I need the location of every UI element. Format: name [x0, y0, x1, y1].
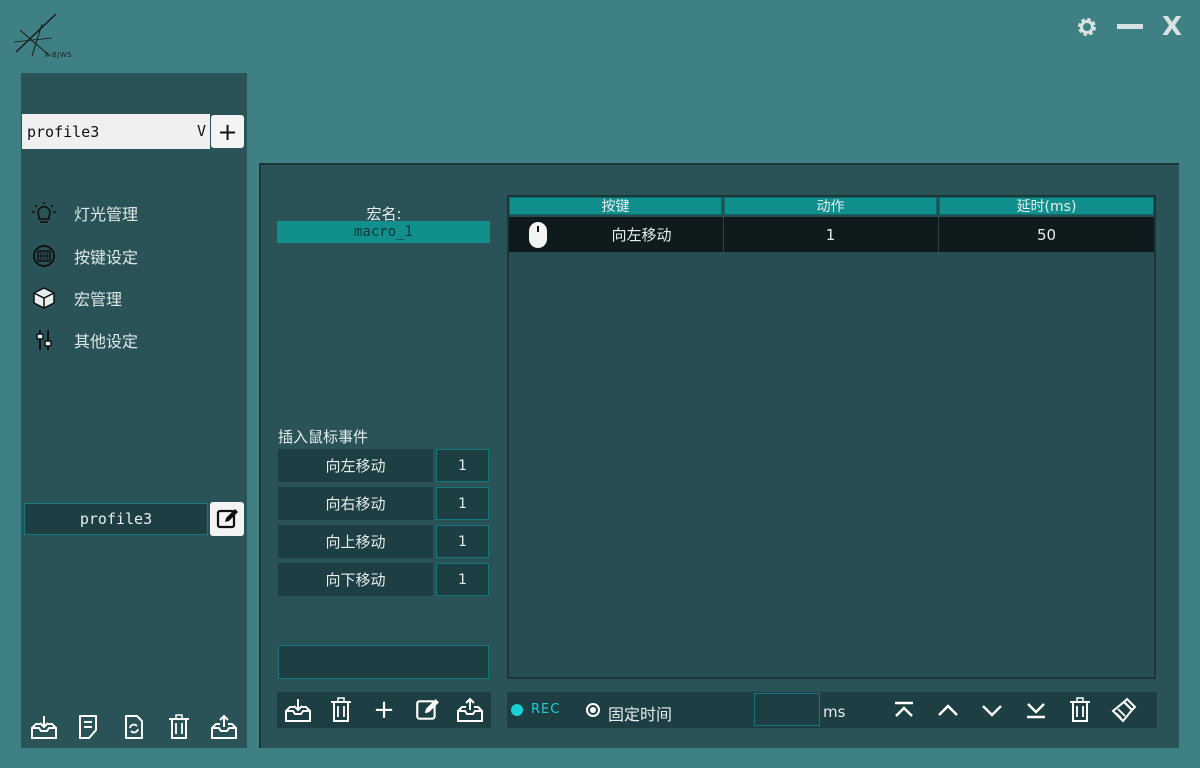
refresh-icon — [124, 715, 143, 739]
macro-toolbar: + — [277, 692, 491, 728]
app-logo-text: X·BJWS — [44, 51, 73, 59]
column-header-action: 动作 — [724, 197, 937, 215]
sidebar-item-macro[interactable]: 宏管理 — [30, 283, 122, 313]
macro-name-field[interactable]: macro_1 — [277, 221, 490, 243]
mouse-move-left-button[interactable]: 向左移动 — [278, 449, 433, 482]
table-cell-action: 1 — [825, 225, 836, 244]
edit-icon — [216, 509, 238, 529]
sidebar-item-label: 按键设定 — [74, 248, 139, 267]
clear-icon — [1111, 697, 1137, 723]
add-macro-button[interactable]: + — [369, 695, 399, 725]
sidebar-item-label: 宏管理 — [74, 290, 123, 309]
fixed-time-radio[interactable] — [586, 703, 600, 717]
chevron-down-icon: V — [196, 122, 206, 140]
record-indicator-icon[interactable] — [511, 704, 523, 716]
sidebar-item-lighting[interactable]: 灯光管理 — [30, 198, 138, 228]
notes-icon — [78, 715, 97, 739]
edit-profile-button[interactable] — [210, 502, 244, 536]
move-top-icon — [895, 701, 913, 717]
move-up-button[interactable] — [933, 695, 963, 725]
sidebar — [21, 73, 247, 748]
trash-icon — [331, 697, 352, 722]
profile-select-value: profile3 — [27, 122, 100, 141]
mouse-move-up-value[interactable]: 1 — [436, 525, 489, 558]
import-macro-button[interactable] — [283, 695, 313, 725]
export-icon — [211, 714, 238, 739]
trash-icon — [1070, 697, 1090, 722]
sliders-icon — [36, 330, 52, 350]
edit-icon — [415, 699, 439, 720]
mouse-move-down-button[interactable]: 向下移动 — [278, 563, 433, 596]
settings-button[interactable] — [1074, 12, 1100, 42]
insert-mouse-event-label: 插入鼠标事件 — [278, 428, 369, 446]
sidebar-item-label: 灯光管理 — [74, 205, 139, 224]
macro-events-table — [507, 195, 1156, 679]
mouse-move-right-button[interactable]: 向右移动 — [278, 487, 433, 520]
table-cell-delay: 50 — [1036, 225, 1057, 244]
sidebar-item-keys[interactable]: 按键设定 — [30, 241, 138, 271]
export-icon — [456, 697, 483, 722]
record-label[interactable]: REC — [531, 702, 560, 717]
move-up-icon — [938, 704, 958, 716]
macro-text-input[interactable] — [278, 645, 489, 679]
move-bottom-button[interactable] — [1021, 695, 1051, 725]
minimize-icon — [1117, 24, 1143, 29]
delay-ms-unit: ms — [823, 703, 846, 721]
mouse-move-up-button[interactable]: 向上移动 — [278, 525, 433, 558]
delay-ms-input[interactable] — [754, 693, 820, 726]
import-profile-button[interactable] — [29, 712, 59, 742]
move-top-button[interactable] — [889, 695, 919, 725]
notes-button[interactable] — [74, 712, 104, 742]
light-bulb-icon — [32, 202, 56, 223]
clear-events-button[interactable] — [1109, 695, 1139, 725]
keypad-icon — [33, 245, 55, 267]
cube-icon — [33, 287, 55, 309]
gear-icon — [1078, 18, 1096, 36]
delete-macro-button[interactable] — [326, 695, 356, 725]
sidebar-item-label: 其他设定 — [74, 332, 139, 351]
move-bottom-icon — [1027, 703, 1045, 719]
fixed-time-label: 固定时间 — [608, 705, 673, 724]
mouse-icon — [529, 222, 547, 248]
column-header-delay: 延时(ms) — [939, 197, 1154, 215]
sidebar-item-other[interactable]: 其他设定 — [30, 325, 138, 355]
close-button[interactable]: X — [1158, 12, 1186, 42]
export-profile-button[interactable] — [209, 712, 239, 742]
export-macro-button[interactable] — [455, 695, 485, 725]
refresh-button[interactable] — [119, 712, 149, 742]
import-icon — [30, 716, 57, 739]
import-icon — [285, 699, 312, 722]
move-down-button[interactable] — [977, 695, 1007, 725]
column-header-key: 按键 — [509, 197, 722, 215]
profile-name-field[interactable]: profile3 — [24, 503, 208, 535]
table-cell-key: 向左移动 — [611, 226, 672, 244]
sidebar-toolbar — [21, 706, 247, 748]
minimize-button[interactable] — [1116, 12, 1144, 42]
edit-macro-button[interactable] — [412, 695, 442, 725]
delete-profile-button[interactable] — [164, 712, 194, 742]
trash-icon — [169, 714, 190, 739]
profile-select[interactable]: profile3 V — [22, 114, 210, 149]
mouse-move-right-value[interactable]: 1 — [436, 487, 489, 520]
move-down-icon — [982, 705, 1002, 717]
delete-event-button[interactable] — [1065, 695, 1095, 725]
mouse-move-down-value[interactable]: 1 — [436, 563, 489, 596]
mouse-move-left-value[interactable]: 1 — [436, 449, 489, 482]
add-profile-button[interactable]: + — [211, 115, 244, 148]
